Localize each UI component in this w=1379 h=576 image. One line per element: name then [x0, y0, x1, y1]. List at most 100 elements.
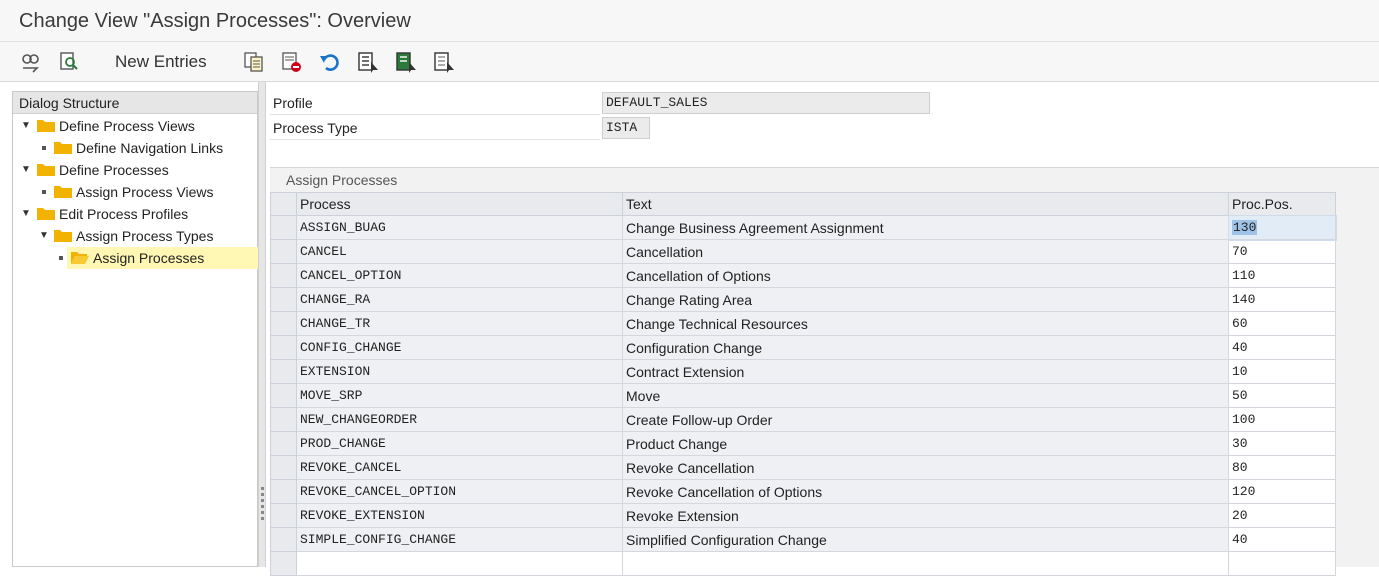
tree-item-label: Define Processes	[59, 162, 169, 178]
grip-dot	[261, 487, 264, 490]
table-row: CONFIG_CHANGE Configuration Change 40	[270, 335, 1336, 360]
proc-pos-input[interactable]: 40	[1228, 527, 1336, 552]
proc-pos-input[interactable]: 30	[1228, 431, 1336, 456]
focus-corner	[1230, 217, 1235, 222]
open-folder-icon	[71, 252, 89, 264]
tree-item-define-process-views[interactable]: ▼ Define Process Views	[21, 115, 251, 137]
tree-item-define-processes[interactable]: ▼ Define Processes	[21, 159, 251, 181]
row-selector[interactable]	[270, 311, 297, 336]
tree-item-label: Assign Process Types	[76, 228, 214, 244]
tree-item-assign-process-types[interactable]: ▼ Assign Process Types	[21, 225, 251, 247]
row-selector[interactable]	[270, 239, 297, 264]
folder-icon	[37, 208, 55, 220]
proc-pos-input[interactable]: 80	[1228, 455, 1336, 480]
select-block-icon[interactable]	[394, 50, 418, 74]
column-header-process[interactable]: Process	[296, 192, 623, 216]
select-all-icon[interactable]	[356, 50, 380, 74]
toolbar: New Entries	[0, 42, 1379, 82]
proc-pos-input[interactable]: 120	[1228, 479, 1336, 504]
process-cell: REVOKE_EXTENSION	[296, 503, 623, 528]
grip-dot	[261, 505, 264, 508]
text-cell: Cancellation	[622, 239, 1229, 264]
text-cell: Configuration Change	[622, 335, 1229, 360]
folder-icon	[54, 186, 72, 198]
proc-pos-input[interactable]: 100	[1228, 407, 1336, 432]
row-selector[interactable]	[270, 407, 297, 432]
column-header-proc-pos[interactable]: Proc.Pos.	[1228, 192, 1336, 216]
proc-pos-input[interactable]: 140	[1228, 287, 1336, 312]
process-cell: PROD_CHANGE	[296, 431, 623, 456]
text-cell: Change Rating Area	[622, 287, 1229, 312]
table-row: REVOKE_CANCEL Revoke Cancellation 80	[270, 455, 1336, 480]
expand-arrow-icon[interactable]: ▼	[21, 115, 33, 137]
row-selector[interactable]	[270, 431, 297, 456]
process-cell: CANCEL	[296, 239, 623, 264]
row-selector[interactable]	[270, 383, 297, 408]
table-row: REVOKE_EXTENSION Revoke Extension 20	[270, 503, 1336, 528]
copy-icon[interactable]	[242, 50, 266, 74]
empty-cell[interactable]	[622, 551, 1229, 576]
column-header-text[interactable]: Text	[622, 192, 1229, 216]
proc-pos-input[interactable]: 130	[1227, 214, 1337, 241]
process-cell: NEW_CHANGEORDER	[296, 407, 623, 432]
text-cell: Revoke Extension	[622, 503, 1229, 528]
row-selector[interactable]	[270, 551, 297, 576]
tree-item-label: Assign Process Views	[76, 184, 214, 200]
tree-item-assign-processes[interactable]: Assign Processes	[21, 247, 258, 269]
row-selector[interactable]	[270, 335, 297, 360]
title-bar: Change View "Assign Processes": Overview	[0, 0, 1379, 42]
proc-pos-input[interactable]: 20	[1228, 503, 1336, 528]
dialog-structure-header: Dialog Structure	[13, 92, 257, 114]
row-selector[interactable]	[270, 455, 297, 480]
expand-arrow-icon[interactable]: ▼	[39, 225, 51, 247]
text-cell: Create Follow-up Order	[622, 407, 1229, 432]
delete-icon[interactable]	[280, 50, 304, 74]
proc-pos-input[interactable]: 50	[1228, 383, 1336, 408]
process-cell: REVOKE_CANCEL	[296, 455, 623, 480]
proc-pos-input[interactable]: 110	[1228, 263, 1336, 288]
undo-icon[interactable]	[318, 50, 342, 74]
tree-item-label: Define Navigation Links	[76, 140, 224, 156]
table-row: CANCEL_OPTION Cancellation of Options 11…	[270, 263, 1336, 288]
profile-field: DEFAULT_SALES	[602, 92, 930, 114]
tree-item-edit-process-profiles[interactable]: ▼ Edit Process Profiles	[21, 203, 251, 225]
new-entries-button[interactable]: New Entries	[115, 52, 207, 72]
display-change-icon[interactable]	[19, 50, 43, 74]
text-cell: Contract Extension	[622, 359, 1229, 384]
expand-arrow-icon[interactable]: ▼	[21, 159, 33, 181]
folder-icon	[37, 164, 55, 176]
empty-cell[interactable]	[1228, 551, 1336, 576]
grip-dot	[261, 511, 264, 514]
process-type-label: Process Type	[270, 116, 600, 140]
tree-item-assign-process-views[interactable]: Assign Process Views	[21, 181, 251, 203]
section-title: Assign Processes	[286, 172, 398, 188]
row-selector[interactable]	[270, 359, 297, 384]
proc-pos-input[interactable]: 60	[1228, 311, 1336, 336]
focus-corner	[1330, 217, 1335, 222]
proc-pos-input[interactable]: 70	[1228, 239, 1336, 264]
row-selector[interactable]	[270, 287, 297, 312]
row-selector[interactable]	[270, 263, 297, 288]
deselect-all-icon[interactable]	[432, 50, 456, 74]
tree-item-define-navigation-links[interactable]: Define Navigation Links	[21, 137, 251, 159]
process-cell: SIMPLE_CONFIG_CHANGE	[296, 527, 623, 552]
empty-cell[interactable]	[296, 551, 623, 576]
row-selector[interactable]	[270, 479, 297, 504]
text-cell: Change Business Agreement Assignment	[622, 215, 1229, 240]
row-selector[interactable]	[270, 215, 297, 240]
find-icon[interactable]	[57, 50, 81, 74]
table-row: NEW_CHANGEORDER Create Follow-up Order 1…	[270, 407, 1336, 432]
panel-splitter[interactable]	[258, 82, 266, 567]
bullet-icon	[59, 256, 63, 260]
profile-label: Profile	[270, 91, 600, 115]
proc-pos-input[interactable]: 40	[1228, 335, 1336, 360]
select-all-column[interactable]	[270, 192, 297, 216]
table-row-empty	[270, 551, 1336, 576]
table-row: PROD_CHANGE Product Change 30	[270, 431, 1336, 456]
proc-pos-input[interactable]: 10	[1228, 359, 1336, 384]
row-selector[interactable]	[270, 503, 297, 528]
text-cell: Product Change	[622, 431, 1229, 456]
expand-arrow-icon[interactable]: ▼	[21, 203, 33, 225]
row-selector[interactable]	[270, 527, 297, 552]
focus-corner	[1230, 234, 1235, 239]
